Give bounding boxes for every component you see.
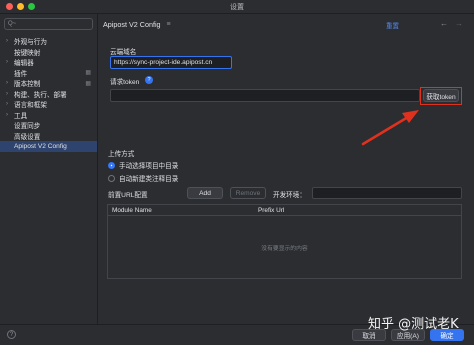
get-token-button-label: 获取token	[426, 93, 456, 101]
sidebar-item-label: 按键映射	[14, 49, 41, 57]
sidebar-item-label: 工具	[14, 112, 28, 120]
search-icon: Q~	[8, 21, 17, 27]
watermark-text: 知乎 @测试老K	[368, 317, 459, 332]
column-header-prefix[interactable]: Prefix Url	[254, 207, 284, 214]
chevron-right-icon[interactable]: ›	[6, 101, 14, 107]
menu-icon[interactable]: ≡	[167, 21, 171, 28]
add-button[interactable]: Add	[187, 187, 223, 199]
sidebar-item[interactable]: Apipost V2 Config	[0, 141, 97, 152]
window-titlebar: 设置	[0, 0, 474, 14]
sidebar-item[interactable]: › 编辑器	[0, 57, 97, 68]
sidebar-item-label: Apipost V2 Config	[14, 142, 67, 150]
chevron-right-icon[interactable]: ›	[6, 59, 14, 65]
env-label: 开发环境：	[273, 192, 306, 199]
sidebar-item[interactable]: › 版本控制 ▦	[0, 78, 97, 89]
radio-selected-icon	[108, 161, 115, 169]
prefix-url-table: Module Name Prefix Url 没有要显示的内容	[107, 204, 462, 279]
sidebar-item-label: 语言和框架	[14, 102, 47, 110]
sidebar-item[interactable]: 插件 ▦	[0, 68, 97, 79]
sidebar-item[interactable]: › 工具	[0, 110, 97, 121]
forward-arrow-icon[interactable]: →	[455, 19, 463, 28]
cloud-domain-input[interactable]: https://sync-project-ide.apipost.cn	[110, 56, 232, 69]
close-window-button[interactable]	[6, 3, 13, 10]
sidebar-item-label: 插件	[14, 70, 28, 78]
table-header: Module Name Prefix Url	[108, 205, 461, 216]
sidebar-item-label: 编辑器	[14, 60, 34, 68]
settings-search-input[interactable]: Q~	[4, 18, 93, 30]
chevron-right-icon[interactable]: ›	[6, 38, 14, 44]
settings-content: Apipost V2 Config ≡ 重置 ← → 云端域名 https://…	[98, 14, 474, 324]
env-input[interactable]	[312, 187, 462, 199]
upload-option-auto[interactable]: 自动新建类注释目录	[108, 173, 178, 183]
upload-option-manual[interactable]: 手动选择项目中目录	[108, 160, 178, 170]
sidebar-item[interactable]: › 语言和框架	[0, 99, 97, 110]
minimize-window-button[interactable]	[17, 3, 24, 10]
back-arrow-icon[interactable]: ←	[440, 19, 448, 28]
settings-scope-icon: ▦	[85, 70, 91, 77]
remove-button-label: Remove	[235, 189, 261, 197]
sidebar-item-label: 构建、执行、部署	[14, 91, 67, 99]
settings-sidebar: Q~ › 外观与行为 按键映射 › 编辑器 插件 ▦ › 版本控制 ▦ › 构建、执行、部署 › 语言和框…	[0, 14, 98, 324]
get-token-button[interactable]: 获取token	[423, 89, 459, 102]
add-button-label: Add	[199, 189, 211, 197]
chevron-right-icon[interactable]: ›	[6, 80, 14, 86]
zoom-window-button[interactable]	[28, 3, 35, 10]
empty-table-text: 没有要显示的内容	[261, 246, 308, 252]
window-title: 设置	[230, 3, 244, 11]
token-input[interactable]	[110, 89, 420, 102]
radio-unselected-icon	[108, 174, 115, 182]
cloud-domain-value: https://sync-project-ide.apipost.cn	[114, 59, 213, 66]
page-title: Apipost V2 Config	[103, 19, 161, 29]
sidebar-item[interactable]: › 外观与行为	[0, 36, 97, 47]
help-icon[interactable]: ?	[145, 76, 153, 84]
upload-method-label: 上传方式	[108, 151, 135, 158]
remove-button[interactable]: Remove	[230, 187, 266, 199]
prefix-url-label: 前置URL配置	[108, 192, 148, 199]
sidebar-item[interactable]: 按键映射	[0, 47, 97, 58]
page-header: Apipost V2 Config ≡ 重置 ← →	[98, 14, 474, 34]
upload-option-auto-label: 自动新建类注释目录	[119, 176, 179, 183]
chevron-right-icon[interactable]: ›	[6, 91, 14, 97]
chevron-right-icon[interactable]: ›	[6, 112, 14, 118]
sidebar-item[interactable]: 高级设置	[0, 131, 97, 142]
sidebar-item-label: 设置同步	[14, 123, 41, 131]
sidebar-item[interactable]: › 构建、执行、部署	[0, 89, 97, 100]
sidebar-item-label: 版本控制	[14, 81, 41, 89]
help-question-icon[interactable]: ?	[7, 330, 16, 339]
upload-option-manual-label: 手动选择项目中目录	[119, 163, 179, 170]
settings-scope-icon: ▦	[85, 80, 91, 87]
sidebar-item-label: 外观与行为	[14, 39, 47, 47]
token-label: 请求token	[110, 79, 140, 86]
sidebar-item[interactable]: 设置同步	[0, 120, 97, 131]
sidebar-item-label: 高级设置	[14, 133, 41, 141]
column-header-module[interactable]: Module Name	[108, 207, 254, 214]
cloud-domain-label: 云端域名	[110, 49, 137, 56]
window-controls	[6, 3, 35, 10]
reset-link[interactable]: 重置	[386, 20, 399, 30]
